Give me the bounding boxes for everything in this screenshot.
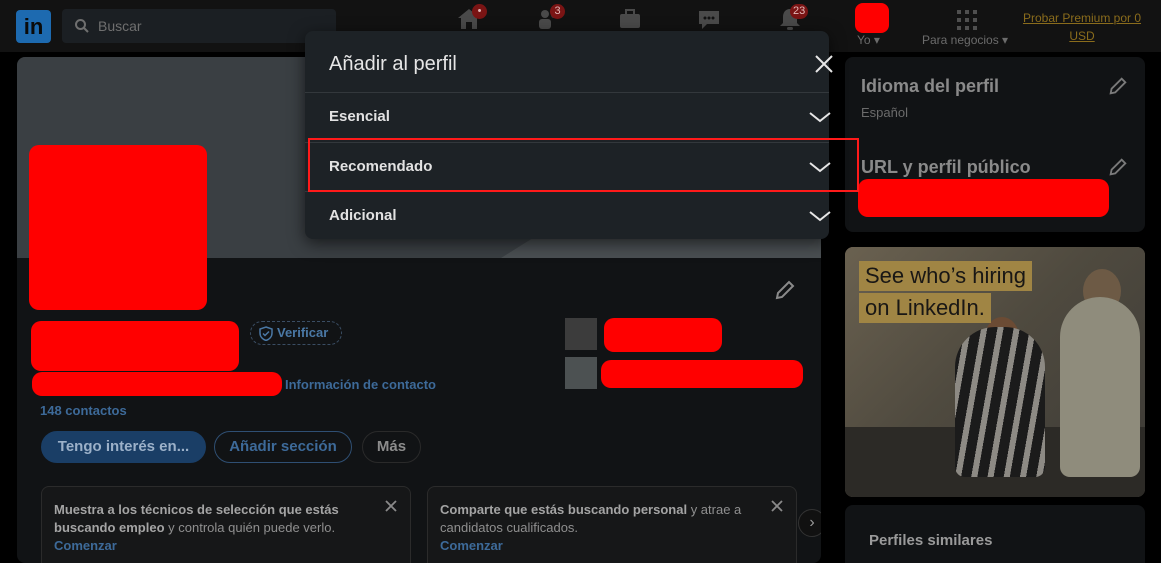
edit-url-pencil-icon[interactable] — [1107, 156, 1129, 178]
start-link[interactable]: Comenzar — [440, 537, 760, 555]
section-label: Esencial — [329, 108, 390, 125]
modal-title: Añadir al perfil — [329, 53, 457, 75]
profile-photo-redaction — [29, 145, 207, 310]
add-section-button[interactable]: Añadir sección — [214, 431, 352, 463]
edit-profile-pencil-icon[interactable] — [773, 278, 797, 302]
search-input[interactable] — [98, 16, 318, 36]
public-url-redaction — [858, 179, 1109, 217]
headline-redaction — [32, 372, 282, 396]
chevron-down-icon — [809, 112, 831, 123]
notifications-badge: 23 — [790, 4, 809, 19]
business-menu-label[interactable]: Para negocios ▾ — [922, 33, 1008, 47]
business-label-text: Para negocios — [922, 33, 999, 47]
card-bold-text: Comparte que estás buscando personal — [440, 502, 688, 517]
ad-headline-line2: on LinkedIn. — [859, 293, 991, 323]
business-grid-icon[interactable] — [957, 10, 977, 30]
messaging-icon[interactable] — [695, 6, 723, 32]
name-redaction — [31, 321, 239, 371]
section-label: Adicional — [329, 207, 397, 224]
card-rest-text: y controla quién puede verlo. — [164, 520, 336, 535]
section-essential[interactable]: Esencial — [305, 93, 831, 141]
contact-info-link[interactable]: Información de contacto — [285, 377, 436, 392]
jobs-icon[interactable] — [616, 6, 644, 32]
ad-headline-line1: See who’s hiring — [859, 261, 1033, 291]
close-icon[interactable] — [813, 53, 835, 75]
premium-link[interactable]: Probar Premium por 0 USD — [1019, 9, 1145, 45]
verify-label: Verificar — [277, 325, 329, 340]
hiring-card: Comparte que estás buscando personal y a… — [427, 486, 797, 563]
avatar-redaction[interactable] — [855, 3, 889, 33]
profile-language-value: Español — [861, 105, 908, 120]
more-button[interactable]: Más — [362, 431, 421, 463]
network-badge: 3 — [550, 4, 565, 19]
ad-person-figure — [955, 327, 1045, 477]
add-to-profile-modal: Añadir al perfil Esencial Recomendado Ad… — [305, 31, 833, 239]
shield-check-icon — [259, 326, 273, 341]
profile-language-title: Idioma del perfil — [861, 76, 1000, 96]
linkedin-logo[interactable]: in — [16, 10, 51, 43]
school-name-redaction — [601, 360, 803, 388]
company-logo[interactable] — [565, 318, 597, 350]
company-name-redaction — [604, 318, 722, 352]
me-label-text: Yo — [857, 33, 871, 47]
start-link[interactable]: Comenzar — [54, 537, 374, 555]
search-icon — [75, 19, 89, 33]
close-icon[interactable] — [770, 499, 784, 513]
home-badge: • — [472, 4, 487, 19]
highlight-box — [308, 138, 859, 192]
carousel-next-button[interactable]: › — [798, 509, 821, 537]
section-additional[interactable]: Adicional — [305, 191, 831, 239]
verify-badge[interactable]: Verificar — [250, 321, 342, 345]
ad-person-figure — [1060, 297, 1140, 477]
me-menu-label[interactable]: Yo ▾ — [857, 33, 880, 47]
public-url-title: URL y perfil público — [861, 157, 1031, 177]
search-bar[interactable] — [62, 9, 336, 43]
hiring-ad[interactable]: See who’s hiring on LinkedIn. — [845, 247, 1145, 497]
profile-settings-card: Idioma del perfil Español URL y perfil p… — [845, 57, 1145, 232]
similar-profiles-card: Perfiles similares — [845, 505, 1145, 563]
open-to-button[interactable]: Tengo interés en... — [41, 431, 206, 463]
close-icon[interactable] — [384, 499, 398, 513]
similar-profiles-title: Perfiles similares — [869, 532, 993, 549]
school-logo[interactable] — [565, 357, 597, 389]
connections-link[interactable]: 148 contactos — [40, 403, 127, 418]
edit-language-pencil-icon[interactable] — [1107, 75, 1129, 97]
open-to-work-card: Muestra a los técnicos de selección que … — [41, 486, 411, 563]
chevron-down-icon — [809, 211, 831, 222]
